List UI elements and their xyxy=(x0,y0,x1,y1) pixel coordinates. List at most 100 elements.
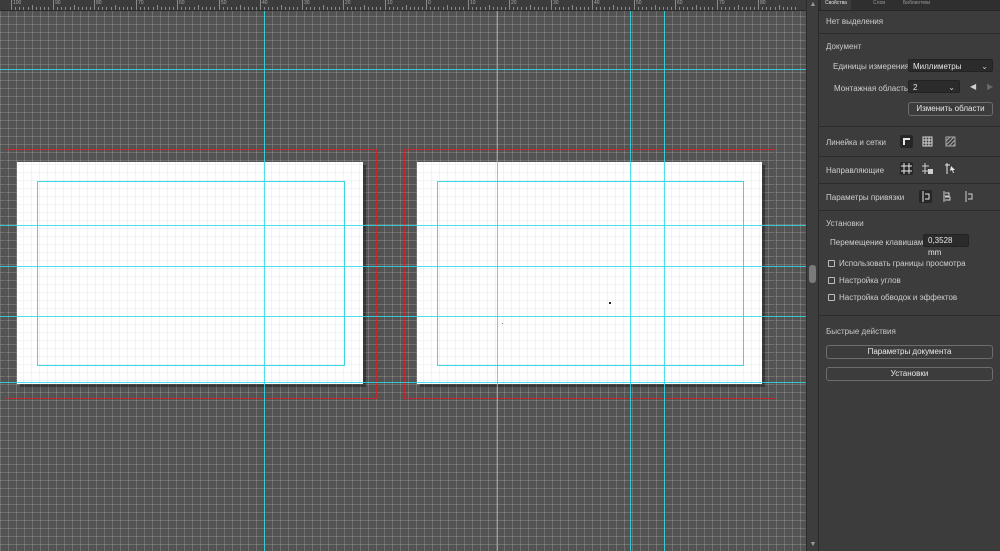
snap-to-pixel-icon[interactable] xyxy=(940,190,953,203)
transparency-grid-icon[interactable] xyxy=(944,135,957,148)
document-setup-button[interactable]: Параметры документа xyxy=(826,345,993,359)
ruler-minor-tick xyxy=(360,7,361,10)
scroll-up-icon[interactable]: ▲ xyxy=(809,1,817,9)
scroll-down-icon[interactable]: ▼ xyxy=(809,541,817,549)
ruler-major-tick xyxy=(177,0,178,10)
ruler-minor-tick xyxy=(314,7,315,10)
scale-strokes-effects-checkbox[interactable] xyxy=(828,294,835,301)
ruler-number: 100 xyxy=(13,0,22,6)
ruler-minor-tick xyxy=(335,7,336,10)
guide-vertical[interactable] xyxy=(664,11,665,551)
ruler-minor-tick xyxy=(119,7,120,10)
ruler-icon[interactable] xyxy=(900,135,913,148)
ruler-minor-tick xyxy=(729,7,730,10)
ruler-minor-tick xyxy=(40,7,41,10)
ruler-number: 40 xyxy=(262,0,268,6)
ruler-minor-tick xyxy=(402,7,403,10)
snap-to-point-icon[interactable] xyxy=(919,190,932,203)
guide-horizontal[interactable] xyxy=(0,225,806,226)
next-artboard-icon[interactable]: ▶ xyxy=(987,82,993,91)
ruler-minor-tick xyxy=(534,7,535,10)
scale-corners-checkbox[interactable] xyxy=(828,277,835,284)
no-selection-label: Нет выделения xyxy=(826,17,884,26)
guide-horizontal[interactable] xyxy=(0,316,806,317)
artboard-select[interactable]: 2 ⌄ xyxy=(908,80,960,93)
lock-guides-icon[interactable] xyxy=(921,162,934,175)
ruler-minor-tick xyxy=(144,7,145,10)
ruler-major-tick xyxy=(551,0,552,10)
show-guides-icon[interactable] xyxy=(900,162,913,175)
ruler-minor-tick xyxy=(580,7,581,10)
ruler-minor-tick xyxy=(692,7,693,10)
guide-vertical[interactable] xyxy=(497,11,498,551)
guide-horizontal[interactable] xyxy=(0,382,806,383)
ruler-minor-tick xyxy=(696,5,697,10)
ruler-minor-tick xyxy=(497,7,498,10)
ruler-minor-tick xyxy=(236,7,237,10)
pasteboard[interactable] xyxy=(0,11,806,551)
ruler-minor-tick xyxy=(625,7,626,10)
ruler-minor-tick xyxy=(161,7,162,10)
units-select[interactable]: Миллиметры ⌄ xyxy=(908,59,993,72)
ruler-number: 70 xyxy=(719,0,725,6)
ruler-minor-tick xyxy=(131,7,132,10)
ruler-number: 80 xyxy=(760,0,766,6)
ruler-minor-tick xyxy=(568,7,569,10)
ruler-minor-tick xyxy=(430,7,431,10)
ruler-minor-tick xyxy=(61,7,62,10)
guide-horizontal[interactable] xyxy=(0,69,806,70)
ruler-minor-tick xyxy=(418,7,419,10)
ruler-major-tick xyxy=(136,0,137,10)
ruler-minor-tick xyxy=(521,7,522,10)
ruler-minor-tick xyxy=(584,7,585,10)
smart-guides-icon[interactable] xyxy=(944,162,957,175)
ruler-minor-tick xyxy=(646,7,647,10)
preferences-heading: Установки xyxy=(826,219,864,228)
tab-libraries[interactable]: Библиотеки xyxy=(899,0,934,10)
previous-artboard-icon[interactable]: ◀ xyxy=(970,82,976,91)
stray-point[interactable] xyxy=(609,302,611,304)
ruler-major-tick xyxy=(343,0,344,10)
ruler-minor-tick xyxy=(671,7,672,10)
ruler-minor-tick xyxy=(563,7,564,10)
ruler-minor-tick xyxy=(351,7,352,10)
panel-tabs: Свойства Слои Библиотеки xyxy=(819,0,1000,11)
ruler-minor-tick xyxy=(15,7,16,10)
ruler-number: 50 xyxy=(636,0,642,6)
artboard-label: Монтажная область: xyxy=(834,84,911,93)
use-preview-bounds-checkbox[interactable] xyxy=(828,260,835,267)
ruler-minor-tick xyxy=(380,7,381,10)
edit-artboards-button[interactable]: Изменить области xyxy=(908,102,993,116)
guide-horizontal[interactable] xyxy=(0,266,806,267)
scrollbar-thumb[interactable] xyxy=(809,265,816,283)
preferences-button[interactable]: Установки xyxy=(826,367,993,381)
rulers-grids-label: Линейка и сетки xyxy=(826,138,886,147)
ruler-minor-tick xyxy=(526,7,527,10)
ruler-major-tick xyxy=(94,0,95,10)
snap-to-glyph-icon[interactable] xyxy=(962,190,975,203)
ruler-minor-tick xyxy=(327,7,328,10)
ruler-minor-tick xyxy=(23,7,24,10)
tab-layers[interactable]: Слои xyxy=(869,0,889,10)
vertical-scrollbar[interactable]: ▲ ▼ xyxy=(806,0,818,551)
ruler-minor-tick xyxy=(447,5,448,10)
ruler-minor-tick xyxy=(546,7,547,10)
keyboard-increment-input[interactable]: 0,3528 mm xyxy=(923,234,969,257)
ruler-minor-tick xyxy=(306,7,307,10)
ruler-minor-tick xyxy=(738,5,739,10)
stray-point[interactable] xyxy=(502,323,503,324)
checkbox-label: Настройка углов xyxy=(839,276,901,285)
canvas-area[interactable]: 100 90 80 70 60 50 40 30 20 10 0 10 20 30 40 50 60 70 80 ▲… xyxy=(0,0,818,551)
ruler-minor-tick xyxy=(476,7,477,10)
ruler-major-tick xyxy=(260,0,261,10)
chevron-down-icon: ⌄ xyxy=(948,83,955,92)
tab-properties[interactable]: Свойства xyxy=(821,0,851,10)
guide-vertical[interactable] xyxy=(264,11,265,551)
guide-vertical[interactable] xyxy=(630,11,631,551)
ruler-minor-tick xyxy=(153,7,154,10)
ruler-minor-tick xyxy=(604,7,605,10)
horizontal-ruler[interactable]: 100 90 80 70 60 50 40 30 20 10 0 10 20 30 40 50 60 70 80 xyxy=(0,0,806,11)
ruler-minor-tick xyxy=(734,7,735,10)
grid-icon[interactable] xyxy=(921,135,934,148)
keyboard-increment-label: Перемещение клавишами: xyxy=(830,238,931,247)
